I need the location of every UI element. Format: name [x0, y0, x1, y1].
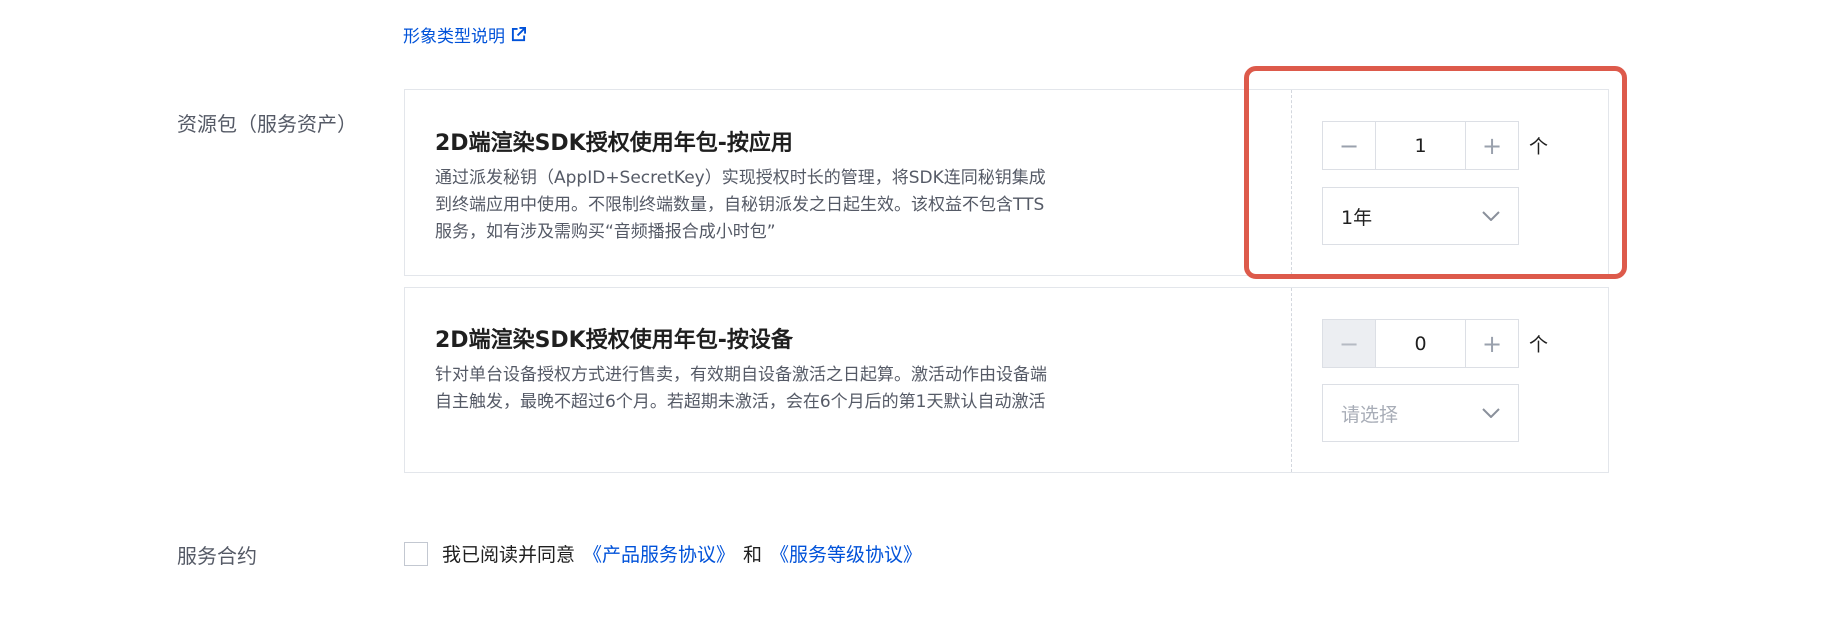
package-description: 通过派发秘钥（AppID+SecretKey）实现授权时长的管理，将SDK连同秘… [435, 168, 1046, 242]
package-options: − 0 + 个 请选择 [1292, 288, 1608, 472]
package-title: 2D端渲染SDK授权使用年包-按设备 [435, 328, 793, 353]
package-card-app: 2D端渲染SDK授权使用年包-按应用 通过派发秘钥（AppID+SecretKe… [404, 89, 1609, 276]
package-info: 2D端渲染SDK授权使用年包-按应用 通过派发秘钥（AppID+SecretKe… [405, 90, 1291, 275]
agree-checkbox[interactable] [404, 541, 428, 566]
decrement-button[interactable]: − [1322, 121, 1376, 170]
increment-button[interactable]: + [1465, 319, 1519, 368]
quantity-value[interactable]: 1 [1376, 121, 1465, 170]
package-card-device: 2D端渲染SDK授权使用年包-按设备 针对单台设备授权方式进行售卖，有效期自设备… [404, 287, 1609, 473]
duration-placeholder: 请选择 [1341, 403, 1399, 426]
external-link-icon [511, 27, 526, 42]
duration-selected-value: 1年 [1341, 206, 1373, 229]
duration-select[interactable]: 请选择 [1322, 384, 1519, 442]
avatar-type-help-label: 形象类型说明 [403, 27, 505, 47]
service-level-agreement-link[interactable]: 《服务等级协议》 [770, 540, 922, 567]
quantity-unit: 个 [1529, 334, 1549, 356]
agree-text: 我已阅读并同意 [442, 544, 576, 566]
product-service-agreement-link[interactable]: 《产品服务协议》 [583, 540, 735, 567]
decrement-button[interactable]: − [1322, 319, 1376, 368]
avatar-type-help-link[interactable]: 形象类型说明 [403, 22, 526, 47]
package-options: − 1 + 个 1年 [1292, 90, 1608, 275]
quantity-stepper: − 0 + [1322, 319, 1519, 368]
agree-conjunction: 和 [743, 544, 763, 566]
duration-select[interactable]: 1年 [1322, 187, 1519, 245]
package-title: 2D端渲染SDK授权使用年包-按应用 [435, 131, 793, 156]
agreement-row: 我已阅读并同意 《产品服务协议》 和 《服务等级协议》 [404, 540, 930, 567]
quantity-unit: 个 [1529, 136, 1549, 158]
package-description: 针对单台设备授权方式进行售卖，有效期自设备激活之日起算。激活动作由设备端自主触发… [435, 365, 1047, 412]
quantity-value[interactable]: 0 [1376, 319, 1465, 368]
resource-pack-label: 资源包（服务资产） [177, 112, 357, 136]
quantity-stepper: − 1 + [1322, 121, 1519, 170]
package-info: 2D端渲染SDK授权使用年包-按设备 针对单台设备授权方式进行售卖，有效期自设备… [405, 288, 1291, 472]
increment-button[interactable]: + [1465, 121, 1519, 170]
service-agreement-label: 服务合约 [177, 544, 257, 568]
chevron-down-icon [1482, 408, 1500, 418]
chevron-down-icon [1482, 211, 1500, 221]
